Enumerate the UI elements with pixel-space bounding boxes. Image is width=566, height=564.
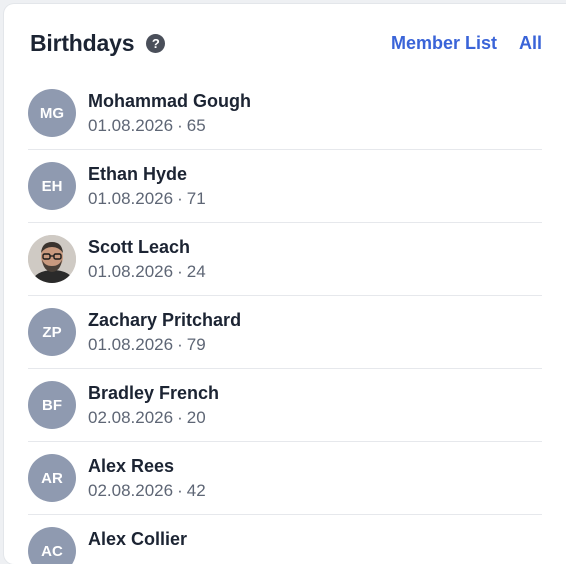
birthday-row: AC Alex Collier [28,515,542,564]
member-name[interactable]: Ethan Hyde [88,163,206,185]
birthday-meta: 01.08.2026·65 [88,115,251,137]
member-name[interactable]: Scott Leach [88,236,206,258]
avatar[interactable]: MG [28,89,76,137]
separator-dot: · [177,408,183,427]
birthday-row: Scott Leach 01.08.2026·24 [28,223,542,296]
all-link[interactable]: All [519,33,542,54]
birthday-age: 71 [187,189,206,208]
birthday-list: MG Mohammad Gough 01.08.2026·65 EH Ethan… [28,77,542,564]
member-list-link[interactable]: Member List [391,33,497,54]
birthday-row: MG Mohammad Gough 01.08.2026·65 [28,77,542,150]
member-name[interactable]: Bradley French [88,382,219,404]
avatar[interactable]: AC [28,527,76,564]
birthday-date: 01.08.2026 [88,189,173,208]
birthday-meta: 02.08.2026·42 [88,480,206,502]
birthday-age: 79 [187,335,206,354]
separator-dot: · [177,335,183,354]
avatar[interactable]: AR [28,454,76,502]
birthday-row: AR Alex Rees 02.08.2026·42 [28,442,542,515]
widget-header: Birthdays ? Member List All [30,24,542,62]
birthday-age: 42 [187,481,206,500]
birthday-age: 24 [187,262,206,281]
avatar[interactable] [28,235,76,283]
birthday-date: 02.08.2026 [88,481,173,500]
avatar[interactable]: ZP [28,308,76,356]
profile-photo [28,235,76,283]
birthday-row: EH Ethan Hyde 01.08.2026·71 [28,150,542,223]
widget-title: Birthdays [30,30,134,57]
avatar[interactable]: EH [28,162,76,210]
birthday-date: 02.08.2026 [88,408,173,427]
member-name[interactable]: Mohammad Gough [88,90,251,112]
birthday-row: BF Bradley French 02.08.2026·20 [28,369,542,442]
separator-dot: · [177,481,183,500]
member-name[interactable]: Zachary Pritchard [88,309,241,331]
birthday-age: 65 [187,116,206,135]
avatar[interactable]: BF [28,381,76,429]
birthday-date: 01.08.2026 [88,335,173,354]
birthday-age: 20 [187,408,206,427]
birthday-meta [88,553,187,564]
birthday-meta: 02.08.2026·20 [88,407,219,429]
member-name[interactable]: Alex Rees [88,455,206,477]
birthday-meta: 01.08.2026·79 [88,334,241,356]
separator-dot: · [177,116,183,135]
member-name[interactable]: Alex Collier [88,528,187,550]
separator-dot: · [177,262,183,281]
birthday-date: 01.08.2026 [88,116,173,135]
question-mark-icon[interactable]: ? [146,34,165,53]
birthday-date: 01.08.2026 [88,262,173,281]
birthday-meta: 01.08.2026·24 [88,261,206,283]
birthdays-widget: Birthdays ? Member List All MG Mohammad … [4,4,566,564]
separator-dot: · [177,189,183,208]
birthday-row: ZP Zachary Pritchard 01.08.2026·79 [28,296,542,369]
birthday-meta: 01.08.2026·71 [88,188,206,210]
